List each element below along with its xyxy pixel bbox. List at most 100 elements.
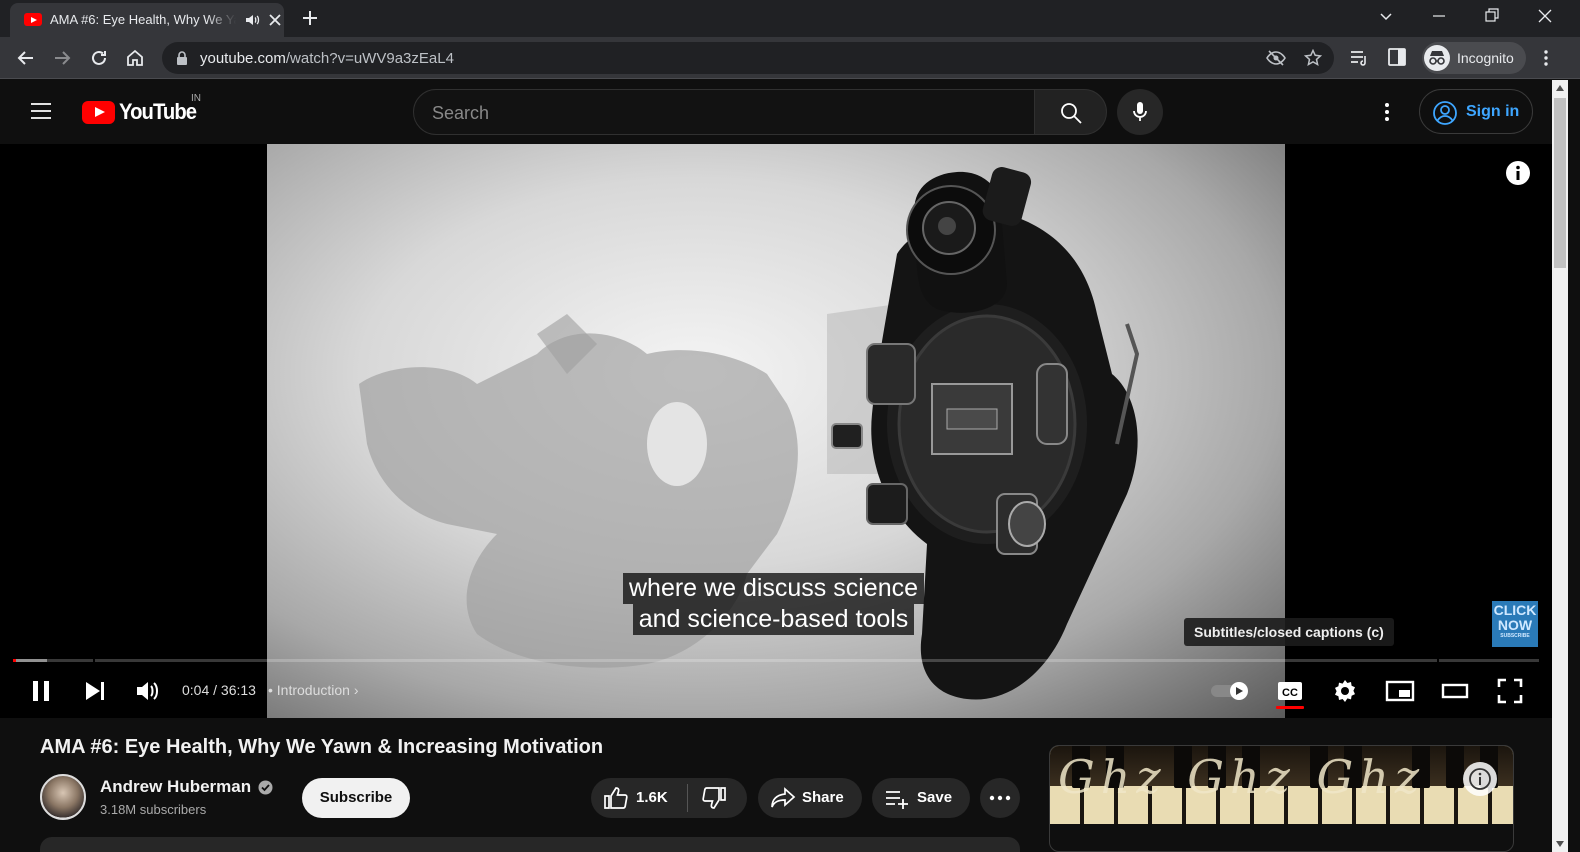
verified-badge-icon (258, 780, 273, 795)
ad-overlay-text: Ghz Ghz Ghz (1058, 750, 1426, 804)
player-controls: 0:04 / 36:13 • Introduction › CC (0, 669, 1552, 713)
subtitles-cc-icon[interactable]: CC (1276, 677, 1304, 705)
forward-arrow-icon[interactable] (52, 48, 72, 68)
info-icon (1469, 768, 1491, 790)
youtube-header: YouTube IN Sign in (0, 80, 1552, 144)
bookmark-star-icon[interactable] (1304, 49, 1322, 67)
search-icon (1061, 103, 1082, 124)
account-circle-icon (1433, 101, 1457, 125)
chevron-right-icon: › (353, 682, 359, 698)
progress-played (13, 659, 16, 662)
home-icon[interactable] (125, 48, 145, 68)
side-panel-icon[interactable] (1388, 48, 1406, 66)
country-code: IN (191, 93, 201, 104)
like-count[interactable]: 1.6K (636, 789, 668, 806)
browser-menu-kebab-icon[interactable] (1540, 48, 1552, 68)
incognito-label: Incognito (1457, 50, 1514, 66)
share-arrow-icon (771, 787, 796, 808)
share-label: Share (802, 789, 844, 806)
browser-toolbar: youtube.com/watch?v=uWV9a3zEaL4 Incognit… (0, 37, 1580, 79)
youtube-wordmark: YouTube (119, 99, 197, 124)
tracking-protection-eye-off-icon[interactable] (1266, 49, 1286, 67)
svg-text:CC: CC (1282, 687, 1298, 699)
audio-playing-icon[interactable] (244, 12, 260, 28)
sign-in-label: Sign in (1466, 103, 1520, 120)
captions-tooltip: Subtitles/closed captions (c) (1184, 618, 1394, 646)
chapter-label: • Introduction (268, 682, 350, 698)
scrollbar-thumb[interactable] (1554, 98, 1566, 268)
thumbs-down-icon[interactable] (701, 786, 727, 810)
voice-search-button[interactable] (1117, 89, 1163, 135)
save-label: Save (917, 789, 953, 806)
lock-icon[interactable] (176, 51, 188, 65)
reading-list-icon[interactable] (1349, 48, 1369, 68)
page-scrollbar[interactable] (1552, 80, 1568, 852)
description-box[interactable] (40, 837, 1020, 852)
browser-tabstrip: AMA #6: Eye Health, Why We Yawn & Increa… (0, 0, 1580, 37)
chapter-title-button[interactable]: • Introduction › (268, 682, 359, 698)
fullscreen-icon[interactable] (1496, 677, 1524, 705)
hamburger-menu-icon[interactable] (30, 101, 52, 121)
branding-line-2: NOW (1497, 617, 1533, 633)
video-info-icon[interactable] (1505, 160, 1531, 186)
progress-loaded (13, 659, 47, 662)
save-button[interactable]: Save (872, 778, 970, 818)
theater-mode-icon[interactable] (1441, 677, 1469, 705)
playlist-add-icon (886, 791, 908, 809)
back-arrow-icon[interactable] (16, 48, 36, 68)
caption-line-1: where we discuss science (623, 573, 925, 604)
more-actions-button[interactable] (980, 778, 1020, 818)
restore-icon[interactable] (1485, 8, 1499, 24)
settings-gear-icon[interactable] (1331, 677, 1359, 705)
like-separator (687, 784, 688, 812)
ad-info-button[interactable] (1463, 762, 1497, 796)
chapter-marker (93, 659, 95, 662)
more-horizontal-icon (989, 795, 1011, 801)
pause-icon[interactable] (28, 677, 54, 705)
incognito-profile-chip[interactable]: Incognito (1422, 42, 1526, 74)
like-dislike-group: 1.6K (591, 778, 747, 818)
autoplay-toggle-icon[interactable] (1210, 681, 1250, 701)
search-box[interactable] (413, 89, 1035, 135)
subscribe-button[interactable]: Subscribe (302, 778, 410, 818)
tab-close-icon[interactable] (268, 13, 282, 27)
caption-line-2: and science-based tools (632, 604, 915, 635)
progress-bar[interactable] (13, 659, 1539, 662)
share-button[interactable]: Share (758, 778, 862, 818)
browser-tab[interactable]: AMA #6: Eye Health, Why We Yawn & Increa… (10, 3, 284, 37)
video-title: AMA #6: Eye Health, Why We Yawn & Increa… (40, 736, 604, 758)
address-bar[interactable]: youtube.com/watch?v=uWV9a3zEaL4 (162, 42, 1334, 74)
scroll-up-arrow-icon[interactable] (1556, 85, 1564, 91)
scroll-down-arrow-icon[interactable] (1556, 841, 1564, 847)
search-button[interactable] (1034, 89, 1107, 135)
microphone-icon (1133, 102, 1147, 121)
channel-avatar[interactable] (40, 774, 86, 820)
url-text[interactable]: youtube.com/watch?v=uWV9a3zEaL4 (200, 50, 454, 67)
closed-captions: where we discuss science and science-bas… (623, 573, 925, 635)
search-input[interactable] (432, 101, 1012, 125)
new-tab-plus-icon[interactable] (300, 8, 320, 28)
miniplayer-icon[interactable] (1385, 677, 1415, 705)
youtube-play-logo-icon (82, 101, 115, 124)
thumbs-up-icon[interactable] (603, 786, 629, 810)
window-close-icon[interactable] (1537, 8, 1553, 24)
subscriber-count: 3.18M subscribers (100, 802, 207, 817)
ad-card[interactable]: Ghz Ghz Ghz (1049, 745, 1514, 852)
chapter-marker (1437, 659, 1439, 662)
channel-branding-watermark[interactable]: CLICK NOW SUBSCRIBE (1492, 601, 1538, 647)
reload-icon[interactable] (89, 48, 109, 68)
tab-title: AMA #6: Eye Health, Why We Yawn & Increa… (50, 12, 236, 27)
ad-image: Ghz Ghz Ghz (1050, 746, 1513, 824)
volume-icon[interactable] (134, 677, 162, 705)
channel-name[interactable]: Andrew Huberman (100, 777, 251, 797)
video-player[interactable]: where we discuss science and science-bas… (0, 144, 1552, 718)
time-display: 0:04 / 36:13 (182, 682, 256, 698)
next-video-icon[interactable] (82, 677, 108, 705)
branding-line-1: CLICK (1493, 602, 1537, 618)
tab-search-chevron-icon[interactable] (1378, 8, 1394, 24)
cc-active-indicator (1276, 706, 1304, 709)
settings-kebab-icon[interactable] (1376, 100, 1398, 124)
minimize-icon[interactable] (1432, 8, 1446, 24)
youtube-favicon-icon (24, 13, 42, 26)
sign-in-button[interactable]: Sign in (1419, 89, 1533, 134)
